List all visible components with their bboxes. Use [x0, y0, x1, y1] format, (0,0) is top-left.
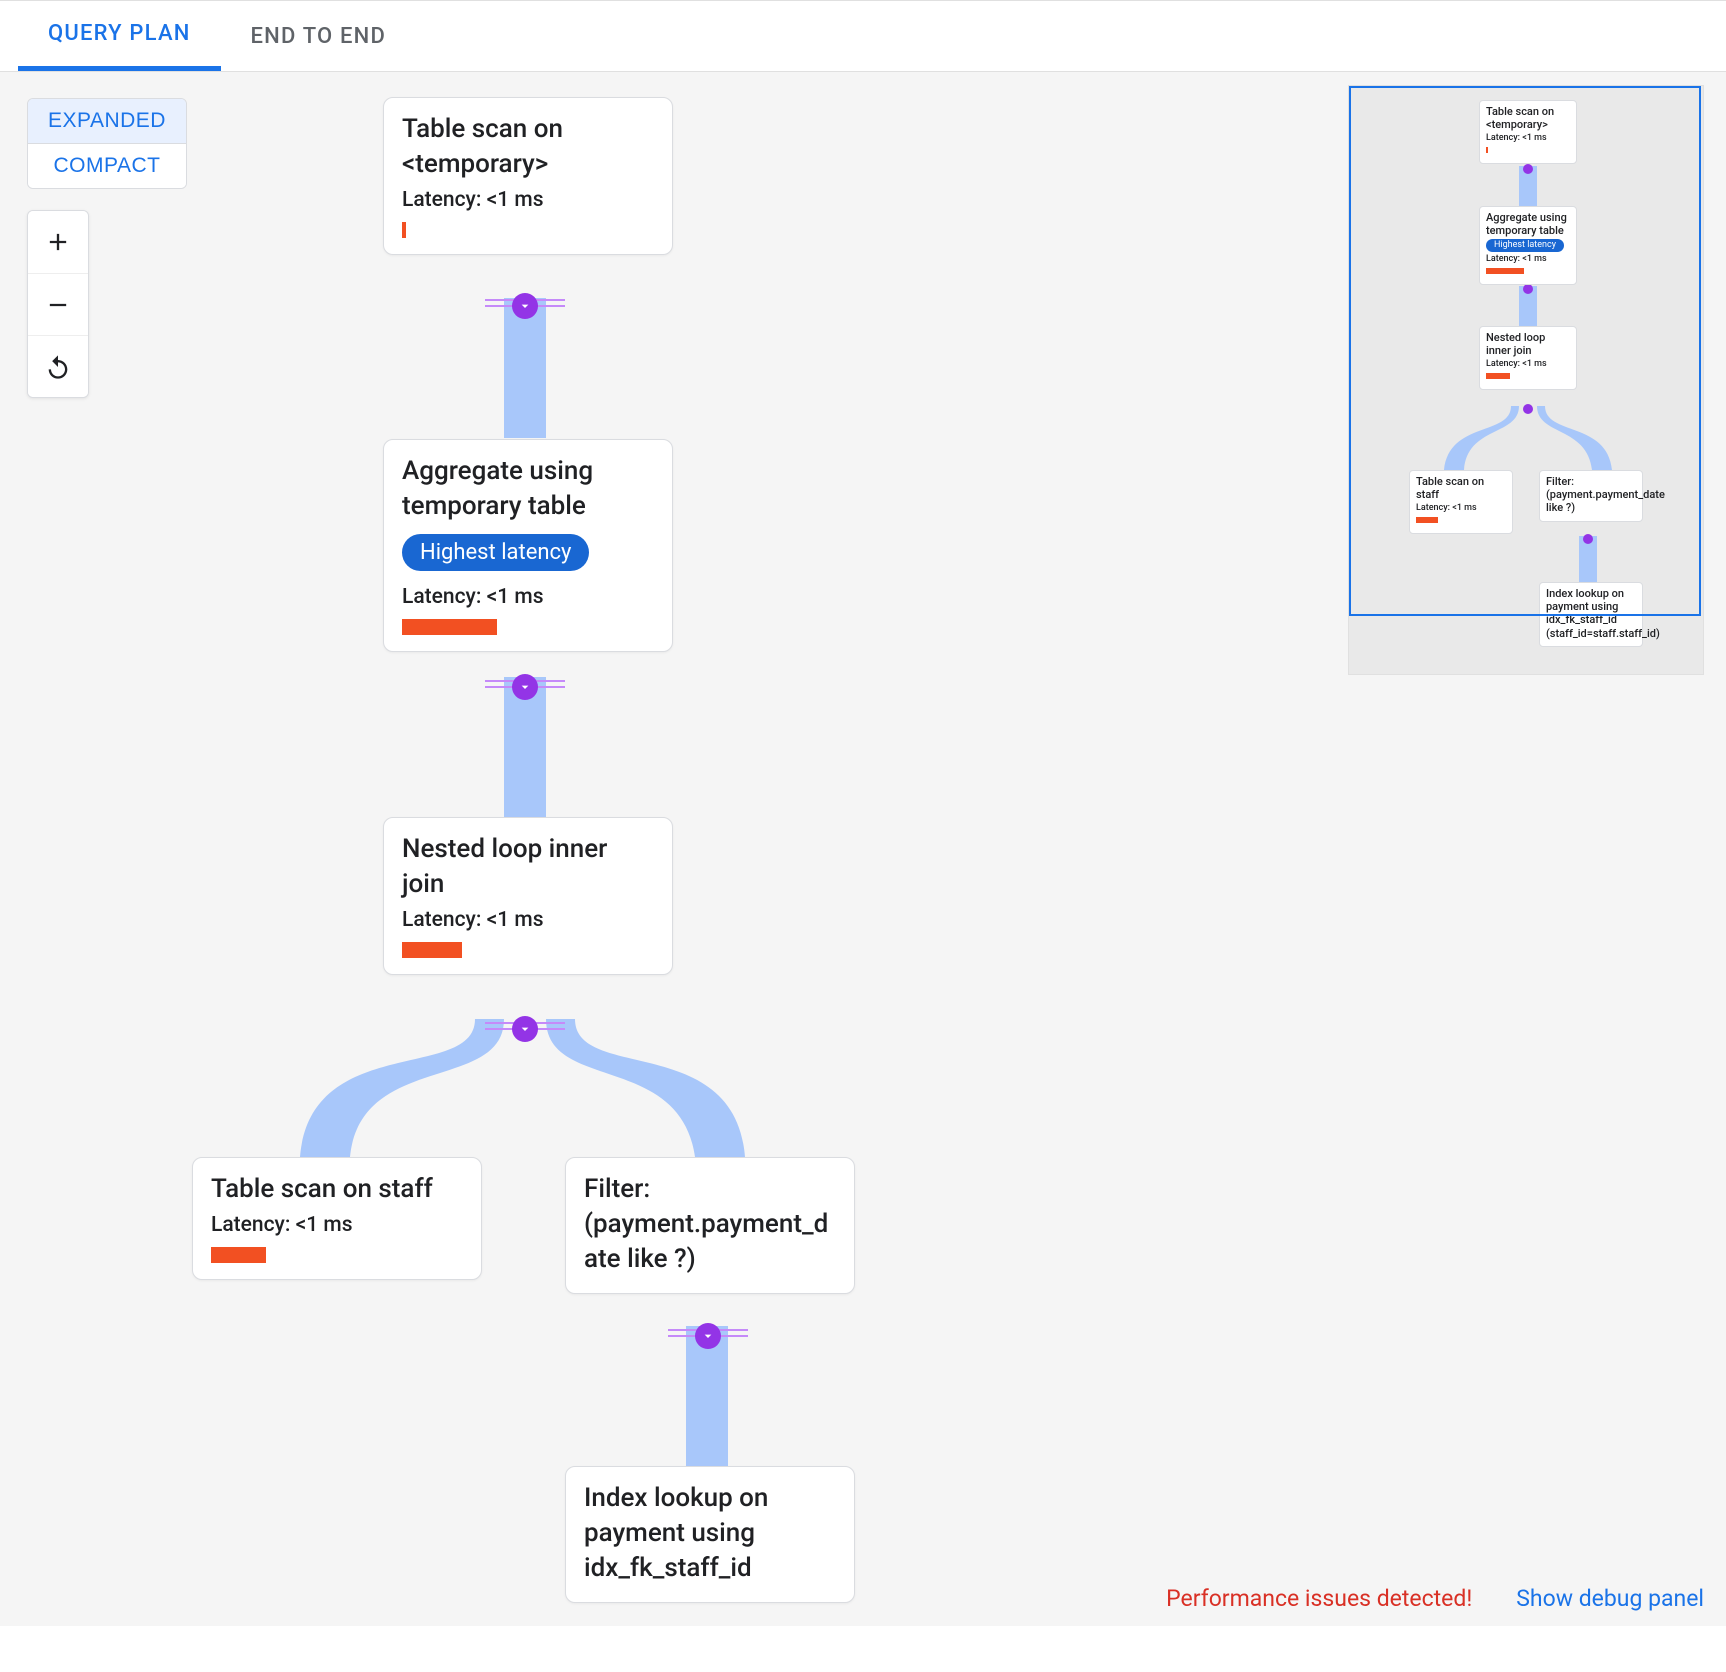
- node-cost-bar: [402, 619, 497, 635]
- node-aggregate-temporary[interactable]: Aggregate using temporary table Highest …: [383, 439, 673, 652]
- node-title: Table scan on <temporary>: [402, 112, 654, 182]
- performance-warning: Performance issues detected!: [1166, 1585, 1472, 1612]
- tab-query-plan[interactable]: QUERY PLAN: [18, 1, 221, 71]
- tabs: QUERY PLAN END TO END: [0, 0, 1726, 72]
- chevron-down-icon: [517, 1021, 533, 1037]
- expand-node-button[interactable]: [512, 293, 538, 319]
- node-table-scan-staff[interactable]: Table scan on staff Latency: <1 ms: [192, 1157, 482, 1280]
- minimap-node: Table scan on <temporary> Latency: <1 ms: [1479, 100, 1577, 164]
- show-debug-panel-link[interactable]: Show debug panel: [1516, 1585, 1704, 1612]
- expand-node-button[interactable]: [695, 1323, 721, 1349]
- chevron-down-icon: [700, 1328, 716, 1344]
- minimap-chevron-icon: [1523, 404, 1533, 414]
- chevron-down-icon: [517, 679, 533, 695]
- minimap-chevron-icon: [1523, 284, 1533, 294]
- node-title: Index lookup on payment using idx_fk_sta…: [584, 1481, 836, 1586]
- node-latency: Latency: <1 ms: [402, 188, 654, 212]
- node-title: Nested loop inner join: [402, 832, 654, 902]
- node-title: Aggregate using temporary table: [402, 454, 654, 524]
- expand-node-button[interactable]: [512, 1016, 538, 1042]
- node-latency: Latency: <1 ms: [402, 908, 654, 932]
- minimap-node: Index lookup on payment using idx_fk_sta…: [1539, 582, 1643, 647]
- node-index-lookup-payment[interactable]: Index lookup on payment using idx_fk_sta…: [565, 1466, 855, 1603]
- node-cost-bar: [211, 1247, 266, 1263]
- minimap-node: Table scan on staff Latency: <1 ms: [1409, 470, 1513, 534]
- node-table-scan-temporary[interactable]: Table scan on <temporary> Latency: <1 ms: [383, 97, 673, 255]
- chevron-down-icon: [517, 298, 533, 314]
- node-nested-loop-join[interactable]: Nested loop inner join Latency: <1 ms: [383, 817, 673, 975]
- tab-end-to-end[interactable]: END TO END: [221, 1, 417, 71]
- minimap-node: Aggregate using temporary table Highest …: [1479, 206, 1577, 285]
- minimap[interactable]: Table scan on <temporary> Latency: <1 ms…: [1348, 85, 1704, 675]
- minimap-node: Nested loop inner join Latency: <1 ms: [1479, 326, 1577, 390]
- node-title: Table scan on staff: [211, 1172, 463, 1207]
- expand-node-button[interactable]: [512, 674, 538, 700]
- node-title: Filter: (payment.payment_date like ?): [584, 1172, 836, 1277]
- node-latency: Latency: <1 ms: [402, 585, 654, 609]
- status-bar: Performance issues detected! Show debug …: [1166, 1585, 1704, 1612]
- node-latency: Latency: <1 ms: [211, 1213, 463, 1237]
- node-cost-bar: [402, 942, 462, 958]
- minimap-node: Filter: (payment.payment_date like ?): [1539, 470, 1643, 522]
- node-cost-bar: [402, 222, 406, 238]
- highest-latency-badge: Highest latency: [402, 534, 589, 571]
- minimap-chevron-icon: [1583, 534, 1593, 544]
- minimap-chevron-icon: [1523, 164, 1533, 174]
- node-filter-payment-date[interactable]: Filter: (payment.payment_date like ?): [565, 1157, 855, 1294]
- query-plan-canvas[interactable]: EXPANDED COMPACT Table scan on: [0, 72, 1726, 1626]
